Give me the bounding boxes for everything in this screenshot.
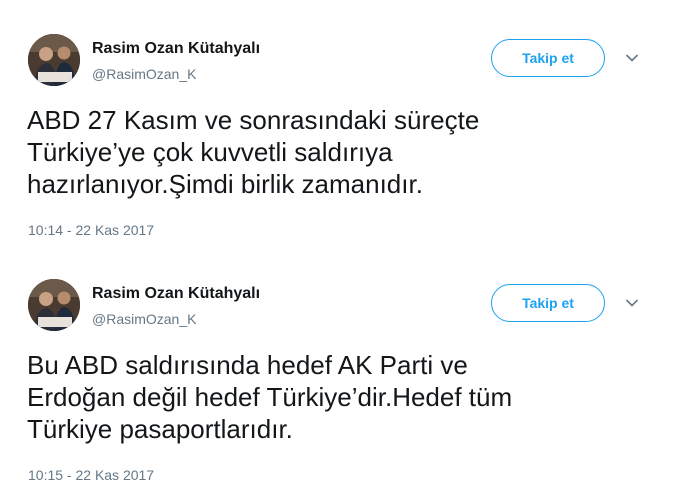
tweet-text-line: ABD 27 Kasım ve sonrasındaki süreçte xyxy=(27,105,480,135)
author-handle[interactable]: @RasimOzan_K xyxy=(92,311,196,327)
chevron-down-icon[interactable] xyxy=(624,295,640,311)
tweet-text-line: Türkiye pasaportlarıdır. xyxy=(27,414,293,444)
author-handle[interactable]: @RasimOzan_K xyxy=(92,66,196,82)
chevron-down-icon[interactable] xyxy=(624,50,640,66)
avatar[interactable] xyxy=(28,34,80,86)
avatar[interactable] xyxy=(28,279,80,331)
tweet-text-line: Bu ABD saldırısında hedef AK Parti ve xyxy=(27,350,468,380)
author-name[interactable]: Rasim Ozan Kütahyalı xyxy=(92,285,260,303)
follow-button[interactable]: Takip et xyxy=(491,39,605,77)
author-name[interactable]: Rasim Ozan Kütahyalı xyxy=(92,40,260,58)
tweet-text-line: Türkiye’ye çok kuvvetli saldırıya xyxy=(27,137,393,167)
tweet-timestamp[interactable]: 10:14 - 22 Kas 2017 xyxy=(28,222,154,238)
tweet-text: Bu ABD saldırısında hedef AK Parti ve Er… xyxy=(27,349,627,445)
tweet-text-line: hazırlanıyor.Şimdi birlik zamanıdır. xyxy=(27,169,423,199)
follow-button[interactable]: Takip et xyxy=(491,284,605,322)
tweet-text-line: Erdoğan değil hedef Türkiye’dir.Hedef tü… xyxy=(27,382,513,412)
tweet-text: ABD 27 Kasım ve sonrasındaki süreçte Tür… xyxy=(27,104,627,200)
tweet-timestamp[interactable]: 10:15 - 22 Kas 2017 xyxy=(28,467,154,483)
